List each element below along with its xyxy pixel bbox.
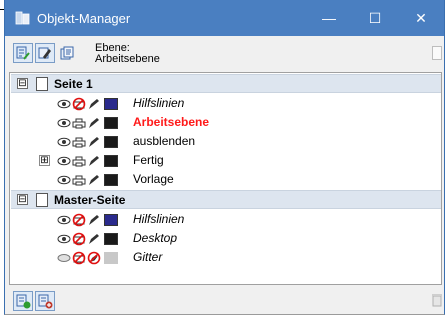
layer-label-hilfslinien: Hilfslinien xyxy=(133,96,185,110)
layer-color-swatch[interactable] xyxy=(104,154,118,167)
page-row[interactable]: ⊟ Master-Seite xyxy=(11,190,441,209)
printer-icon[interactable] xyxy=(72,173,86,187)
minimize-button[interactable]: — xyxy=(306,0,352,36)
layer-label-desktop: Desktop xyxy=(133,231,178,245)
pencil-icon[interactable] xyxy=(87,154,101,168)
pencil-icon[interactable] xyxy=(87,97,101,111)
edit-across-layers-icon xyxy=(38,47,51,59)
new-layer-button[interactable] xyxy=(13,291,33,311)
eye-icon[interactable] xyxy=(57,232,71,246)
no-print-icon[interactable] xyxy=(72,251,86,265)
layer-color-swatch[interactable] xyxy=(104,135,118,148)
pencil-icon[interactable] xyxy=(87,232,101,246)
layer-color-swatch[interactable] xyxy=(104,97,118,110)
window-title: Objekt-Manager xyxy=(37,10,131,26)
new-master-layer-button[interactable] xyxy=(35,291,55,311)
toolbar: Ebene: Arbeitsebene xyxy=(5,36,444,72)
layer-label-ausblenden: ausblenden xyxy=(133,134,196,148)
page-label: Master-Seite xyxy=(54,192,126,207)
maximize-icon: ☐ xyxy=(368,9,382,26)
eye-icon[interactable] xyxy=(57,135,71,149)
printer-icon[interactable] xyxy=(72,154,86,168)
page-expander-minus-icon[interactable]: ⊟ xyxy=(17,194,28,205)
layer-label-gitter: Gitter xyxy=(133,250,163,264)
edit-across-layers-button[interactable] xyxy=(35,43,55,63)
page-icon xyxy=(36,192,48,207)
current-layer-caption: Ebene: Arbeitsebene xyxy=(95,43,160,65)
layer-manager-view-button[interactable] xyxy=(57,43,77,63)
title-bar[interactable]: Objekt-Manager — ☐ ✕ xyxy=(5,0,444,36)
show-object-properties-button[interactable] xyxy=(13,43,33,63)
page-row[interactable]: ⊟ Seite 1 xyxy=(11,74,441,93)
layer-row[interactable]: ausblenden xyxy=(10,132,440,151)
layer-view-icon xyxy=(60,46,74,60)
eye-icon[interactable] xyxy=(57,116,71,130)
page-expander-minus-icon[interactable]: ⊟ xyxy=(17,78,28,89)
eye-icon[interactable] xyxy=(57,154,71,168)
no-print-icon[interactable] xyxy=(72,232,86,246)
layer-color-swatch[interactable] xyxy=(104,213,118,226)
pencil-icon[interactable] xyxy=(87,173,101,187)
object-manager-window: Objekt-Manager — ☐ ✕ Ebene: Arbeitsebene… xyxy=(4,0,445,315)
footer-toolbar xyxy=(5,286,444,314)
layer-row[interactable]: Hilfslinien xyxy=(10,210,440,229)
current-layer-name: Arbeitsebene xyxy=(95,53,160,65)
page-icon xyxy=(36,76,48,91)
new-layer-icon xyxy=(16,294,31,309)
minimize-icon: — xyxy=(322,10,336,26)
close-icon: ✕ xyxy=(415,9,427,26)
printer-icon[interactable] xyxy=(72,116,86,130)
maximize-button[interactable]: ☐ xyxy=(352,0,398,36)
layer-color-swatch[interactable] xyxy=(104,251,118,264)
printer-icon[interactable] xyxy=(72,135,86,149)
new-master-layer-icon xyxy=(38,294,53,309)
layer-row[interactable]: ⊞ Fertig xyxy=(10,151,440,170)
page-label: Seite 1 xyxy=(54,76,93,91)
layer-row[interactable]: Arbeitsebene xyxy=(10,113,440,132)
eye-closed-icon[interactable] xyxy=(57,251,71,265)
layer-label-hilfslinien: Hilfslinien xyxy=(133,212,185,226)
pencil-icon[interactable] xyxy=(87,135,101,149)
layer-row[interactable]: Vorlage xyxy=(10,170,440,189)
eye-icon[interactable] xyxy=(57,213,71,227)
layer-row[interactable]: Hilfslinien xyxy=(10,94,440,113)
no-edit-icon[interactable] xyxy=(87,251,101,265)
no-print-icon[interactable] xyxy=(72,97,86,111)
layer-row[interactable]: Gitter xyxy=(10,248,440,267)
layer-label-vorlage: Vorlage xyxy=(133,172,174,186)
close-button[interactable]: ✕ xyxy=(398,0,444,36)
eye-icon[interactable] xyxy=(57,97,71,111)
layer-expander-plus-icon[interactable]: ⊞ xyxy=(39,155,50,166)
layer-color-swatch[interactable] xyxy=(104,173,118,186)
pencil-icon[interactable] xyxy=(87,116,101,130)
object-properties-icon xyxy=(16,46,30,60)
layer-label-arbeitsebene: Arbeitsebene xyxy=(133,115,210,129)
object-tree: ⊟ Seite 1 Hilfslinien Arbeitsebene ausbl… xyxy=(9,72,442,285)
layer-row[interactable]: Desktop xyxy=(10,229,440,248)
object-manager-icon xyxy=(15,11,30,25)
layer-color-swatch[interactable] xyxy=(104,116,118,129)
no-print-icon[interactable] xyxy=(72,213,86,227)
layer-label-fertig: Fertig xyxy=(133,153,164,167)
layer-color-swatch[interactable] xyxy=(104,232,118,245)
options-handle[interactable] xyxy=(432,46,442,60)
trash-icon[interactable] xyxy=(432,293,442,307)
pencil-icon[interactable] xyxy=(87,213,101,227)
eye-icon[interactable] xyxy=(57,173,71,187)
